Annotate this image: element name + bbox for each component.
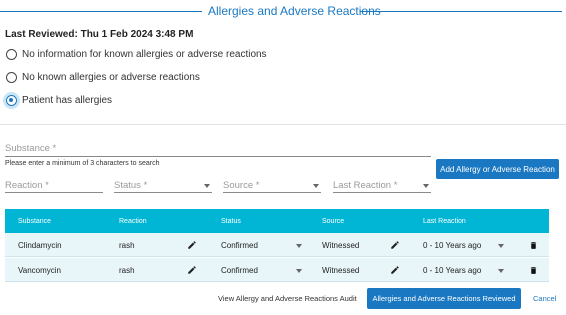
source-select[interactable]: Source * [223, 180, 259, 191]
reviewed-button[interactable]: Allergies and Adverse Reactions Reviewed [367, 288, 521, 309]
header-rule-right [360, 11, 562, 12]
caret-down-icon[interactable] [498, 269, 504, 273]
caret-down-icon[interactable] [204, 184, 210, 188]
cell-last-reaction[interactable]: 0 - 10 Years ago [423, 266, 481, 275]
radio-label: No known allergies or adverse reactions [22, 72, 200, 83]
caret-down-icon[interactable] [296, 269, 302, 273]
radio-label: Patient has allergies [22, 95, 113, 106]
section-title: Allergies and Adverse Reactions [208, 4, 381, 18]
column-header-source: Source [322, 218, 345, 225]
last-reviewed: Last Reviewed: Thu 1 Feb 2024 3:48 PM [5, 29, 194, 40]
cell-substance: Vancomycin [18, 266, 61, 275]
cell-substance: Clindamycin [18, 241, 62, 250]
last-reaction-select[interactable]: Last Reaction * [333, 180, 397, 191]
radio-no-known-allergies[interactable]: No known allergies or adverse reactions [6, 72, 200, 83]
view-audit-link[interactable]: View Allergy and Adverse Reactions Audit [218, 294, 357, 303]
section-divider [0, 124, 566, 125]
cancel-link[interactable]: Cancel [533, 294, 556, 303]
column-header-reaction: Reaction [119, 218, 147, 225]
radio-button-selected[interactable] [6, 95, 17, 106]
status-select[interactable]: Status * [114, 180, 147, 191]
header-rule-left [0, 11, 202, 12]
reaction-input[interactable]: Reaction * [5, 180, 49, 191]
table-header [5, 209, 549, 233]
caret-down-icon[interactable] [296, 244, 302, 248]
radio-button[interactable] [6, 49, 17, 60]
cell-last-reaction[interactable]: 0 - 10 Years ago [423, 241, 481, 250]
cell-source: Witnessed [322, 266, 360, 275]
substance-underline [5, 156, 431, 157]
pencil-icon[interactable] [390, 265, 400, 275]
pencil-icon[interactable] [187, 240, 197, 250]
cell-reaction: rash [119, 266, 135, 275]
cell-status[interactable]: Confirmed [221, 241, 258, 250]
column-header-last-reaction: Last Reaction [423, 218, 466, 225]
radio-no-information[interactable]: No information for known allergies or ad… [6, 49, 267, 60]
radio-patient-has-allergies[interactable]: Patient has allergies [6, 95, 112, 106]
add-allergy-button[interactable]: Add Allergy or Adverse Reaction [436, 159, 559, 179]
last-reaction-underline [333, 192, 431, 193]
caret-down-icon[interactable] [498, 244, 504, 248]
cell-source: Witnessed [322, 241, 360, 250]
caret-down-icon[interactable] [313, 184, 319, 188]
trash-icon[interactable] [529, 265, 538, 276]
pencil-icon[interactable] [187, 265, 197, 275]
radio-label: No information for known allergies or ad… [22, 49, 267, 60]
substance-input[interactable]: Substance * [5, 143, 56, 154]
column-header-status: Status [221, 218, 241, 225]
trash-icon[interactable] [529, 240, 538, 251]
status-underline [114, 192, 212, 193]
source-underline [223, 192, 321, 193]
column-header-substance: Substance [18, 218, 52, 225]
cell-reaction: rash [119, 241, 135, 250]
reaction-underline [5, 192, 103, 193]
caret-down-icon[interactable] [423, 184, 429, 188]
pencil-icon[interactable] [390, 240, 400, 250]
radio-button[interactable] [6, 72, 17, 83]
cell-status[interactable]: Confirmed [221, 266, 258, 275]
substance-hint: Please enter a minimum of 3 characters t… [5, 160, 160, 167]
